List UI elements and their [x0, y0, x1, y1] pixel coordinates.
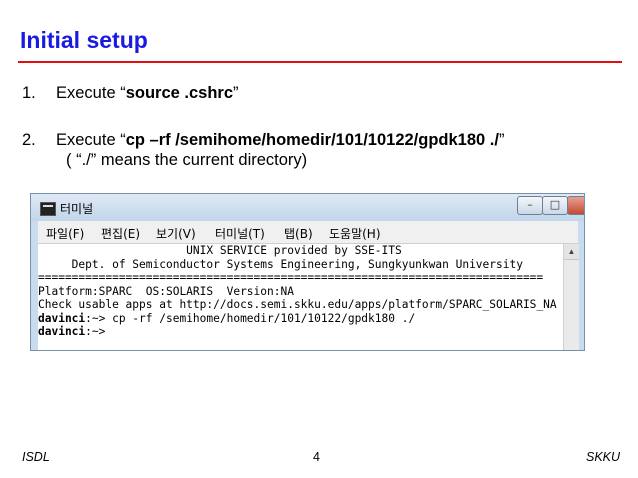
prompt-host: davinci: [38, 311, 86, 325]
prompt-command: :~>: [85, 325, 106, 338]
terminal-icon: [40, 202, 56, 216]
terminal-line: UNIX SERVICE provided by SSE-ITS: [38, 244, 402, 257]
footer-university: SKKU: [586, 450, 621, 464]
menu-tabs[interactable]: 탭(B): [284, 225, 313, 242]
terminal-line: Dept. of Semiconductor Systems Engineeri…: [38, 257, 523, 271]
scroll-up-arrow-icon[interactable]: ▲: [564, 244, 579, 260]
menu-file[interactable]: 파일(F): [46, 225, 84, 242]
minimize-button[interactable]: –: [517, 196, 543, 215]
slide-title: Initial setup: [20, 27, 148, 53]
prompt-command: :~> cp -rf /semihome/homedir/101/10122/g…: [85, 311, 416, 325]
terminal-line: davinci:~> cp -rf /semihome/homedir/101/…: [38, 312, 563, 326]
terminal-line: davinci:~>: [38, 325, 563, 339]
menu-bar: 파일(F) 편집(E) 보기(V) 터미널(T) 탭(B) 도움말(H): [38, 221, 578, 244]
terminal-line: ========================================…: [38, 271, 544, 284]
vertical-scrollbar[interactable]: ▲: [563, 244, 579, 350]
bullet-2-note: ( “./” means the current directory): [66, 151, 308, 169]
menu-help[interactable]: 도움말(H): [329, 225, 381, 242]
menu-view[interactable]: 보기(V): [156, 225, 196, 242]
bullet-prefix: Execute “: [56, 131, 126, 149]
footer-org: ISDL: [22, 450, 50, 464]
terminal-line: Platform:SPARC OS:SOLARIS Version:NA: [38, 284, 294, 298]
close-button[interactable]: x: [567, 196, 584, 215]
bullet-1: 1. Execute “source .cshrc”: [22, 84, 239, 103]
bullet-suffix: ”: [233, 84, 239, 102]
window-titlebar[interactable]: 터미널 – □ x: [31, 194, 584, 221]
bullet-number: 1.: [22, 84, 36, 102]
bullet-prefix: Execute “: [56, 84, 126, 102]
bullet-command: cp –rf /semihome/homedir/101/10122/gpdk1…: [125, 131, 499, 149]
bullet-suffix: ”: [498, 131, 505, 149]
bullet-2: 2. Execute “cp –rf /semihome/homedir/101/…: [22, 131, 504, 150]
menu-edit[interactable]: 편집(E): [101, 225, 140, 242]
bullet-number: 2.: [22, 131, 36, 149]
page-number: 4: [313, 450, 320, 464]
menu-terminal[interactable]: 터미널(T): [215, 225, 265, 242]
window-title: 터미널: [60, 202, 94, 216]
bullet-command: source .cshrc: [125, 84, 234, 102]
title-divider: [18, 61, 622, 63]
maximize-button[interactable]: □: [542, 196, 568, 215]
terminal-output[interactable]: UNIX SERVICE provided by SSE-ITS Dept. o…: [38, 244, 563, 350]
terminal-line: Check usable apps at http://docs.semi.sk…: [38, 298, 557, 311]
terminal-window: 터미널 – □ x 파일(F) 편집(E) 보기(V) 터미널(T) 탭(B) …: [30, 193, 585, 351]
prompt-host: davinci: [38, 325, 86, 338]
